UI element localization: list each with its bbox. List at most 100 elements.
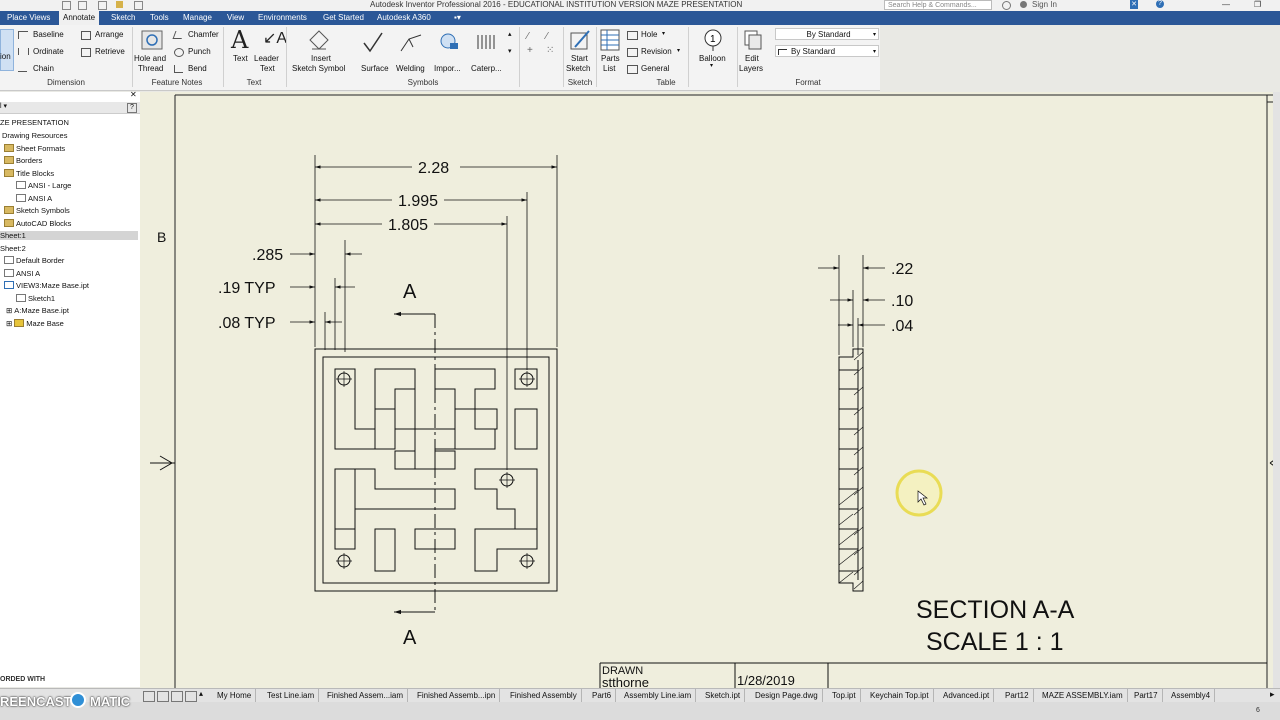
doc-tab-7[interactable]: Assembly Line.iam [620,689,697,703]
parts-list-label-2[interactable]: List [603,64,615,73]
tree-node-borders[interactable]: Borders [4,156,42,165]
close-icon[interactable]: ✕ [130,90,137,99]
expand-icon[interactable]: ⊞ [6,306,12,315]
tab-scroll-icon[interactable]: ▸ [1270,689,1275,700]
doc-tab-15[interactable]: Part17 [1130,689,1163,703]
tree-node-sheet-formats[interactable]: Sheet Formats [4,144,65,153]
doc-tab-5[interactable]: Finished Assembly [506,689,582,703]
help-icon[interactable]: ? [127,103,137,113]
doc-tab-2[interactable]: Test Line.iam [263,689,320,703]
leader-text-label-2[interactable]: Text [260,64,275,73]
browser-filter-dropdown[interactable]: l ▾ [0,102,7,110]
dim-hole-offset[interactable]: .285 [252,247,283,264]
sketch-pattern-icon[interactable]: ⁙ [546,45,554,56]
balloon-dropdown-icon[interactable]: ▾ [710,62,713,69]
restore-button[interactable]: ❐ [1254,0,1261,9]
dim-center-hole[interactable]: 1.805 [388,217,428,234]
save-icon[interactable] [134,1,143,10]
tree-node-default-border[interactable]: Default Border [4,256,64,265]
dim-wall-typ[interactable]: .19 TYP [218,280,276,297]
welding-button[interactable]: Welding [396,64,425,73]
tree-node-root[interactable]: ZE PRESENTATION [0,118,69,127]
tree-node-sketch-symbols[interactable]: Sketch Symbols [4,206,70,215]
revision-table-button[interactable]: Revision [641,47,672,56]
insert-sketch-symbol-label-2[interactable]: Sketch Symbol [292,64,345,73]
open-icon[interactable] [116,1,123,8]
tree-node-maze-base[interactable]: ⊞ Maze Base [6,319,64,328]
dim-overall-width[interactable]: 2.28 [418,160,449,177]
expand-icon[interactable]: ⊞ [6,319,12,328]
doc-tab-1[interactable]: My Home [213,689,257,703]
section-view[interactable] [838,348,864,592]
surface-button[interactable]: Surface [361,64,389,73]
edit-layers-label-2[interactable]: Layers [739,64,763,73]
sign-in-link[interactable]: Sign In [1032,0,1057,9]
tree-node-autocad-blocks[interactable]: AutoCAD Blocks [4,219,71,228]
tab-list-icon[interactable]: ▴ [199,689,203,698]
tab-view[interactable]: View [227,11,244,25]
style-select[interactable]: By Standard ▾ [775,28,879,40]
baseline-button[interactable]: Baseline [33,30,64,39]
caterpillar-button[interactable]: Caterp... [471,64,502,73]
tile-horizontal-icon[interactable] [171,691,183,702]
start-sketch-label-2[interactable]: Sketch [566,64,590,73]
dim-hole-spacing[interactable]: 1.995 [398,193,438,210]
minimize-button[interactable]: — [1222,0,1230,9]
import-button[interactable]: Impor... [434,64,461,73]
tree-node-drawing-resources[interactable]: Drawing Resources [2,131,67,140]
doc-tab-4[interactable]: Finished Assemb...ipn [413,689,501,703]
layer-select[interactable]: By Standard ▾ [775,45,879,57]
dim-section-height[interactable]: .22 [891,261,913,278]
undo-icon[interactable] [62,1,71,10]
home-icon[interactable] [98,1,107,10]
leader-text-label-1[interactable]: Leader [254,54,279,63]
tab-manage[interactable]: Manage [183,11,212,25]
text-button[interactable]: Text [233,54,248,63]
tree-node-a-maze-base[interactable]: ⊞ A:Maze Base.ipt [6,306,69,315]
tab-annotate[interactable]: Annotate [59,11,100,25]
bend-button[interactable]: Bend [188,64,207,73]
dim-section-lip[interactable]: .04 [891,318,913,335]
general-table-button[interactable]: General [641,64,669,73]
doc-tab-10[interactable]: Top.ipt [828,689,861,703]
tab-environments[interactable]: Environments [258,11,307,25]
sketch-move-icon[interactable]: + [527,45,533,56]
doc-tab-13[interactable]: Part12 [1001,689,1034,703]
tab-tools[interactable]: Tools [150,11,169,25]
tile-icon[interactable] [143,691,155,702]
vertical-scrollbar[interactable] [1273,92,1280,688]
retrieve-button[interactable]: Retrieve [95,47,125,56]
scroll-down-icon[interactable]: ▾ [508,47,512,55]
dim-section-base[interactable]: .10 [891,293,913,310]
tree-node-view3[interactable]: VIEW3:Maze Base.ipt [4,281,89,290]
tree-node-ansi-a[interactable]: ANSI A [16,194,52,203]
search-input[interactable]: Search Help & Commands... [884,0,992,10]
exchange-icon[interactable]: ✕ [1130,0,1138,9]
hole-table-button[interactable]: Hole [641,30,657,39]
doc-tab-12[interactable]: Advanced.ipt [939,689,995,703]
redo-icon[interactable] [78,1,87,10]
revision-dropdown-icon[interactable]: ▾ [677,47,680,54]
doc-tab-16[interactable]: Assembly4 [1167,689,1216,703]
cascade-icon[interactable] [157,691,169,702]
edit-layers-label-1[interactable]: Edit [745,54,759,63]
tab-get-started[interactable]: Get Started [323,11,364,25]
dimension-button[interactable] [0,29,14,71]
chain-button[interactable]: Chain [33,64,54,73]
sketch-line-icon[interactable]: ⁄ [527,31,529,42]
tree-node-title-blocks[interactable]: Title Blocks [4,169,54,178]
hole-table-dropdown-icon[interactable]: ▾ [662,30,665,37]
ribbon-options-icon[interactable]: ▪▾ [454,11,461,25]
tree-node-ansi-a-sheet[interactable]: ANSI A [4,269,40,278]
tab-place-views[interactable]: Place Views [7,11,50,25]
parts-list-label-1[interactable]: Parts [601,54,620,63]
dim-rim-typ[interactable]: .08 TYP [218,315,276,332]
arrange-button[interactable]: Arrange [95,30,123,39]
tree-node-sheet-1[interactable]: Sheet:1 [0,231,138,240]
punch-button[interactable]: Punch [188,47,211,56]
tab-sketch[interactable]: Sketch [111,11,135,25]
start-sketch-label-1[interactable]: Start [571,54,588,63]
insert-sketch-symbol-label-1[interactable]: Insert [311,54,331,63]
hole-thread-label-2[interactable]: Thread [138,64,163,73]
doc-tab-11[interactable]: Keychain Top.ipt [866,689,934,703]
